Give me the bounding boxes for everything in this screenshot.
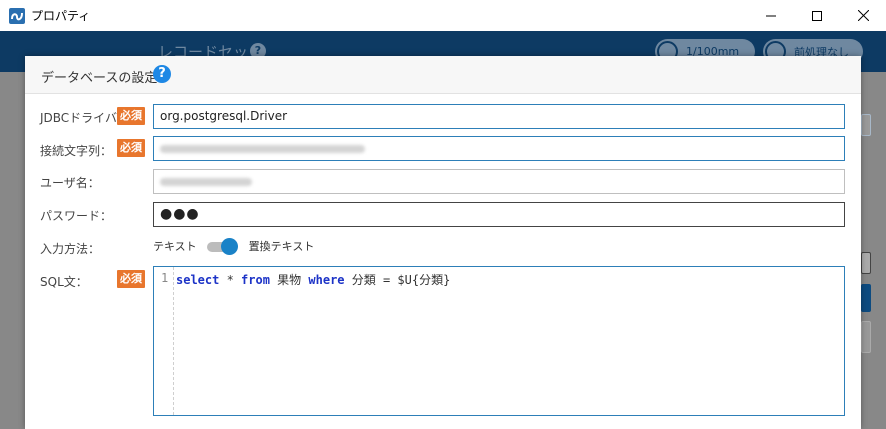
background-field xyxy=(861,252,871,274)
line-number-gutter: 1 xyxy=(154,267,174,415)
token-star: * xyxy=(219,273,242,287)
sql-code-line: select * from 果物 where 分類 = $U{分類} xyxy=(176,271,450,288)
window-title: プロパティ xyxy=(31,9,91,23)
connection-string-input[interactable] xyxy=(153,136,845,161)
jdbc-driver-input[interactable]: org.postgresql.Driver xyxy=(153,104,845,129)
line-number: 1 xyxy=(161,271,169,285)
window-titlebar: プロパティ xyxy=(0,0,886,31)
database-settings-dialog: データベースの設定 ? JDBCドライバ： 必須 org.postgresql.… xyxy=(25,56,861,429)
close-icon xyxy=(857,10,869,21)
required-badge: 必須 xyxy=(117,270,145,288)
jdbc-driver-value: org.postgresql.Driver xyxy=(160,109,288,123)
maximize-icon xyxy=(812,10,822,21)
password-input[interactable]: ●●● xyxy=(153,202,845,227)
redacted-username-value xyxy=(160,177,252,186)
app-icon xyxy=(9,7,25,24)
dialog-header: データベースの設定 ? xyxy=(25,56,861,94)
minimize-icon xyxy=(766,15,776,16)
option-text-label: テキスト xyxy=(153,240,197,253)
option-replace-label: 置換テキスト xyxy=(248,240,315,253)
background-button xyxy=(861,284,871,312)
minimize-button[interactable] xyxy=(748,0,794,31)
connection-string-label: 接続文字列： xyxy=(40,144,113,158)
background-field xyxy=(861,321,871,353)
redacted-connection-value xyxy=(160,144,365,153)
username-input[interactable] xyxy=(153,169,845,194)
keyword-from: from xyxy=(241,273,270,287)
background-field xyxy=(861,114,871,136)
input-method-label: 入力方法： xyxy=(40,242,101,256)
sql-label: SQL文： xyxy=(40,275,88,289)
password-value: ●●● xyxy=(160,206,200,222)
jdbc-driver-label: JDBCドライバ： xyxy=(40,111,129,125)
password-label: パスワード： xyxy=(40,209,113,223)
required-badge: 必須 xyxy=(117,107,145,125)
dialog-title: データベースの設定 xyxy=(41,71,158,86)
input-method-toggle-group: テキスト 置換テキスト xyxy=(153,237,314,255)
keyword-where: where xyxy=(308,273,345,287)
required-badge: 必須 xyxy=(117,139,145,157)
keyword-select: select xyxy=(176,273,220,287)
input-method-switch[interactable] xyxy=(206,238,239,255)
token-condition: 分類 = $U{分類} xyxy=(344,273,451,287)
help-icon[interactable]: ? xyxy=(153,65,171,83)
sql-editor[interactable]: 1 select * from 果物 where 分類 = $U{分類} xyxy=(153,266,845,416)
close-button[interactable] xyxy=(840,0,886,31)
maximize-button[interactable] xyxy=(794,0,840,31)
switch-knob xyxy=(220,238,238,255)
background-left-strip xyxy=(0,72,25,429)
token-table: 果物 xyxy=(269,273,309,287)
username-label: ユーザ名： xyxy=(40,176,100,190)
